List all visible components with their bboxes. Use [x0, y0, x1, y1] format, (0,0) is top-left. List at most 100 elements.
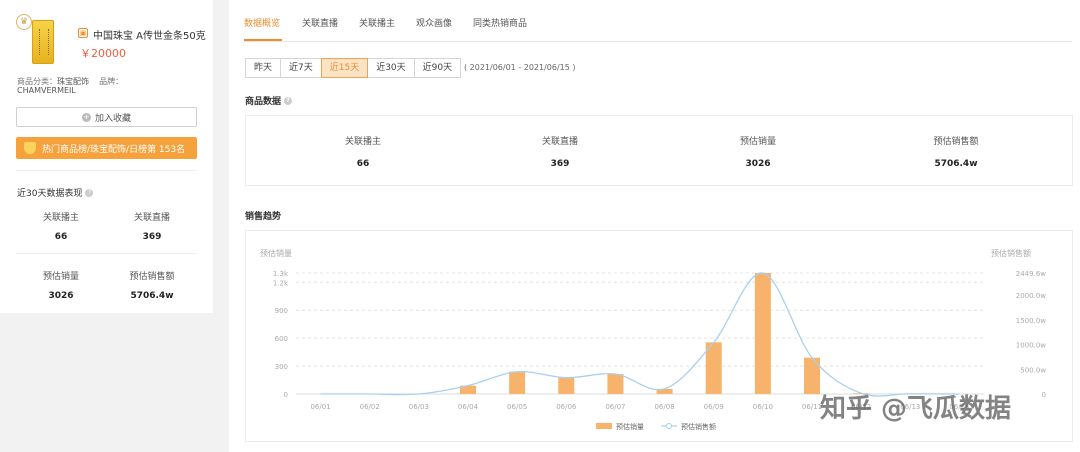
- x-tick-label: 06/08: [654, 403, 674, 411]
- category-label: 商品分类：: [17, 77, 57, 86]
- rank-label: 热门商品榜/珠宝配饰/日榜第 153名: [42, 144, 186, 155]
- right-tick-label: 500.0w: [1020, 366, 1046, 374]
- add-favorite-button[interactable]: + 加入收藏: [16, 107, 197, 127]
- left-axis-label: 预估销量: [260, 248, 292, 258]
- goods-stat: 关联播主 66: [273, 134, 453, 169]
- brand-value: CHAMVERMEIL: [17, 86, 76, 95]
- product-panel: ♛ ▣ 中国珠宝 A传世金条50克 ￥20000 商品分类：珠宝配饰 品牌： C…: [0, 0, 213, 313]
- shop-tag-icon: ▣: [78, 28, 88, 38]
- goods-stat: 预估销售额 5706.4w: [866, 134, 1046, 169]
- stat-value: 369: [142, 232, 162, 242]
- x-tick-label: 06/10: [753, 403, 773, 411]
- add-favorite-label: 加入收藏: [94, 113, 131, 124]
- help-icon[interactable]: ?: [85, 188, 94, 197]
- stat-value: 66: [356, 159, 370, 169]
- tab-similar-products[interactable]: 同类热销商品: [473, 16, 527, 29]
- x-tick-label: 06/04: [458, 403, 479, 411]
- right-tick-label: 1500.0w: [1016, 317, 1046, 325]
- stat-label: 预估销售额: [933, 137, 979, 147]
- stat-value: 5706.4w: [130, 291, 174, 301]
- left-tick-label: 900: [275, 307, 288, 315]
- right-axis-label: 预估销售额: [991, 248, 1031, 258]
- recent30-stat: 关联直播 369: [107, 210, 197, 242]
- stat-label: 关联直播: [541, 137, 578, 147]
- stat-label: 预估销售额: [129, 272, 175, 282]
- tab-related-live[interactable]: 关联直播: [302, 16, 338, 29]
- date-range: ( 2021/06/01 - 2021/06/15 ): [464, 63, 576, 72]
- category-value: 珠宝配饰: [57, 77, 89, 86]
- stat-value: 3026: [48, 291, 74, 301]
- stat-label: 关联播主: [42, 213, 79, 223]
- rank-badge-button[interactable]: 热门商品榜/珠宝配饰/日榜第 153名: [16, 137, 197, 159]
- x-tick-label: 06/01: [310, 403, 330, 411]
- x-tick-label: 06/09: [704, 403, 724, 411]
- stat-value: 66: [54, 232, 68, 242]
- recent30-stat: 关联播主 66: [16, 210, 106, 242]
- right-tick-label: 2449.6w: [1016, 270, 1046, 278]
- tab-related-hosts[interactable]: 关联播主: [359, 16, 395, 29]
- stat-value: 5706.4w: [934, 159, 978, 169]
- right-tick-label: 2000.0w: [1016, 292, 1046, 300]
- stat-label: 预估销量: [739, 137, 776, 147]
- bar: [509, 371, 526, 394]
- tab-audience[interactable]: 观众画像: [416, 16, 452, 29]
- recent30-stat: 预估销售额 5706.4w: [107, 269, 197, 301]
- trophy-icon: [24, 142, 36, 154]
- divider: [16, 170, 197, 171]
- goods-stats-box: 关联播主 66 关联直播 369 预估销量 3026 预估销售额 5706.4w: [245, 115, 1073, 186]
- product-meta: 商品分类：珠宝配饰 品牌： CHAMVERMEIL: [17, 77, 207, 95]
- goods-data-title-text: 商品数据: [245, 97, 282, 107]
- legend-label: 预估销量: [616, 422, 644, 431]
- sales-amount-line: [320, 272, 960, 397]
- period-30d[interactable]: 近30天: [367, 58, 415, 78]
- goods-stat: 关联直播 369: [470, 134, 650, 169]
- period-90d[interactable]: 近90天: [413, 58, 462, 78]
- legend-bar-swatch: [596, 423, 612, 429]
- left-tick-label: 300: [275, 363, 288, 371]
- period-7d[interactable]: 近7天: [280, 58, 322, 78]
- goods-data-title: 商品数据 ?: [245, 94, 293, 107]
- tab-bar: 数据概览 关联直播 关联播主 观众画像 同类热销商品: [244, 0, 1072, 42]
- recent30-title-text: 近30天数据表现: [17, 189, 83, 199]
- stat-label: 关联直播: [133, 213, 170, 223]
- period-yesterday[interactable]: 昨天: [245, 58, 282, 78]
- period-15d[interactable]: 近15天: [320, 58, 369, 78]
- product-price: ￥20000: [80, 47, 126, 60]
- product-title[interactable]: 中国珠宝 A传世金条50克: [93, 27, 206, 42]
- stat-value: 369: [550, 159, 570, 169]
- left-tick-label: 600: [275, 335, 288, 343]
- x-tick-label: 06/06: [556, 403, 577, 411]
- active-tab-indicator: [244, 39, 282, 41]
- sales-trend-title: 销售趋势: [245, 212, 282, 222]
- watermark: 知乎 @飞瓜数据: [820, 394, 1012, 424]
- left-tick-label: 1.3k: [273, 270, 289, 278]
- stat-label: 关联播主: [344, 137, 381, 147]
- tab-overview[interactable]: 数据概览: [244, 16, 280, 29]
- legend-line-marker: [666, 423, 672, 429]
- brand-label: 品牌：: [99, 77, 124, 86]
- bar: [558, 377, 575, 394]
- left-tick-label: 1.2k: [273, 279, 289, 287]
- product-image[interactable]: [32, 20, 54, 64]
- plus-icon: +: [81, 112, 91, 122]
- bar: [754, 273, 771, 394]
- right-tick-label: 1000.0w: [1016, 342, 1046, 350]
- x-tick-label: 06/07: [605, 403, 625, 411]
- bar: [804, 357, 820, 394]
- bar: [705, 342, 722, 394]
- right-tick-label: 0: [1042, 391, 1046, 399]
- recent30-title: 近30天数据表现 ?: [17, 186, 94, 199]
- main-panel: 数据概览 关联直播 关联播主 观众画像 同类热销商品 昨天 近7天 近15天 近…: [229, 0, 1080, 452]
- goods-stat: 预估销量 3026: [668, 134, 848, 169]
- x-tick-label: 06/03: [409, 403, 429, 411]
- recent30-stat: 预估销量 3026: [16, 269, 106, 301]
- bar: [607, 373, 624, 394]
- help-icon[interactable]: ?: [284, 96, 293, 105]
- legend-label: 预估销售额: [681, 422, 716, 431]
- period-selector: 昨天 近7天 近15天 近30天 近90天: [245, 58, 462, 78]
- stat-label: 预估销量: [42, 272, 79, 282]
- x-tick-label: 06/02: [360, 403, 380, 411]
- x-tick-label: 06/05: [507, 403, 527, 411]
- divider: [16, 253, 197, 254]
- stat-value: 3026: [745, 159, 771, 169]
